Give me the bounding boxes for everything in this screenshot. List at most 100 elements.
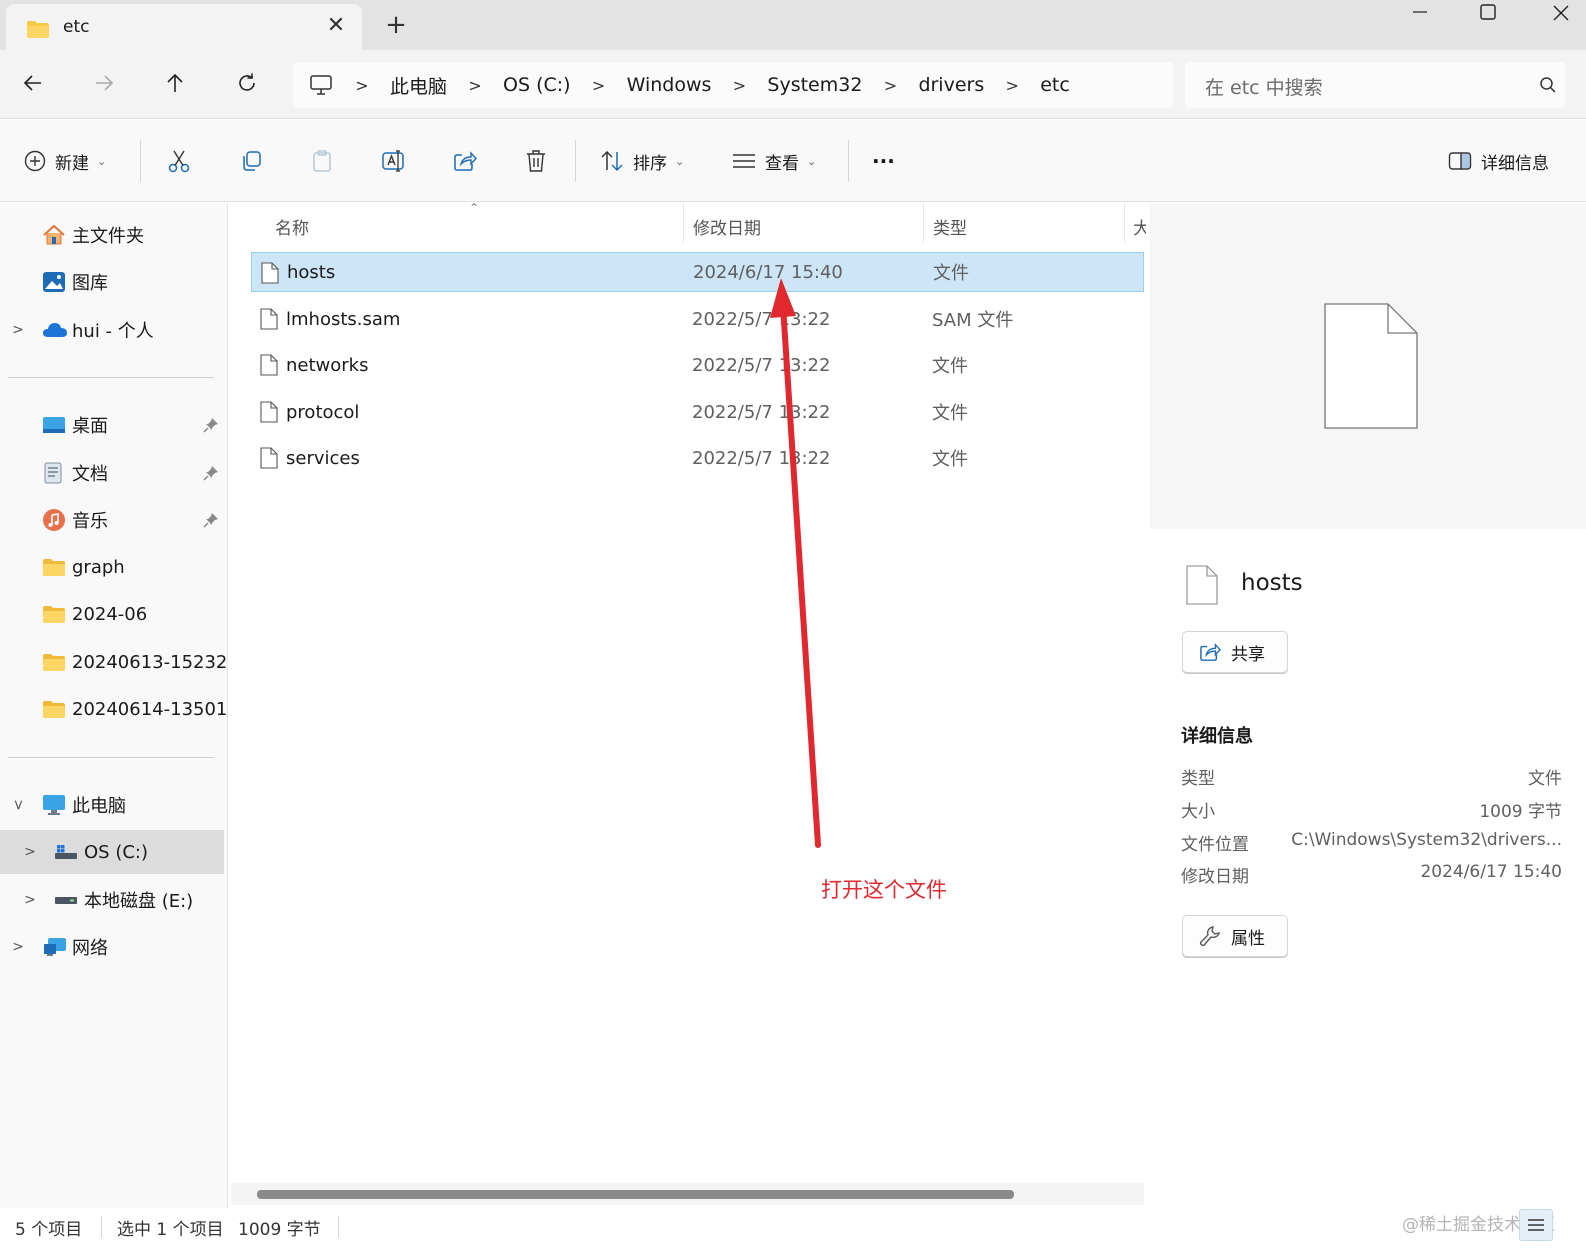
paste-button[interactable] — [311, 141, 333, 181]
more-options-button[interactable]: ··· — [872, 141, 895, 181]
refresh-icon — [239, 73, 255, 91]
sidebar-item-label: 此电脑 — [72, 796, 126, 817]
chevron-right-icon[interactable]: > — [22, 844, 38, 860]
sidebar-item-onedrive[interactable]: > hui - 个人 — [0, 308, 227, 352]
property-key: 大小 — [1181, 802, 1215, 822]
close-tab-icon[interactable]: ✕ — [322, 12, 350, 40]
sidebar-item-network[interactable]: > 网络 — [0, 925, 227, 969]
details-pane-button[interactable]: 详细信息 — [1448, 141, 1549, 181]
breadcrumb-os-c[interactable]: OS (C:) — [488, 74, 586, 96]
property-value[interactable]: C:\Windows\System32\drivers... — [1291, 830, 1562, 850]
properties-button[interactable]: 属性 — [1182, 915, 1288, 957]
sidebar-item-this-pc[interactable]: > 此电脑 — [0, 783, 227, 827]
file-row-protocol[interactable]: protocol 2022/5/7 13:22 文件 — [251, 392, 1144, 432]
sidebar-item-local-disk-e[interactable]: > 本地磁盘 (E:) — [0, 878, 227, 922]
file-date: 2024/6/17 15:40 — [693, 261, 843, 283]
file-icon — [1186, 565, 1218, 609]
folder-icon — [26, 20, 50, 43]
address-bar[interactable]: > 此电脑 > OS (C:) > Windows > System32 > d… — [293, 62, 1173, 108]
file-icon — [260, 308, 278, 335]
refresh-button[interactable] — [228, 64, 266, 102]
delete-button[interactable] — [525, 141, 547, 181]
pin-icon[interactable] — [203, 465, 219, 486]
horizontal-scrollbar[interactable] — [231, 1183, 1144, 1205]
breadcrumb-system32[interactable]: System32 — [752, 74, 877, 96]
sidebar-item-20240613[interactable]: 20240613-152322 — [0, 640, 227, 684]
sidebar-item-label: OS (C:) — [84, 841, 148, 863]
window-close-button[interactable] — [1536, 0, 1586, 30]
selection-count: 选中 1 个项目 — [117, 1220, 224, 1240]
pin-icon[interactable] — [203, 512, 219, 533]
chevron-right-icon[interactable]: > — [999, 76, 1025, 95]
sidebar-item-graph[interactable]: graph — [0, 545, 227, 589]
sidebar-item-documents[interactable]: 文档 — [0, 451, 227, 495]
minimize-button[interactable] — [1395, 0, 1445, 30]
property-key: 文件位置 — [1181, 835, 1249, 855]
search-box[interactable]: 在 etc 中搜索 — [1185, 62, 1565, 108]
view-button[interactable]: 查看 ⌄ — [732, 141, 816, 181]
chevron-down-icon[interactable]: > — [10, 797, 26, 813]
cut-button[interactable] — [168, 141, 190, 181]
chevron-right-icon[interactable]: > — [586, 76, 612, 95]
forward-button[interactable] — [85, 64, 123, 102]
chevron-right-icon[interactable]: > — [349, 76, 375, 95]
share-button[interactable]: 共享 — [1182, 631, 1288, 673]
chevron-right-icon[interactable]: > — [22, 892, 38, 908]
file-row-services[interactable]: services 2022/5/7 13:22 文件 — [251, 438, 1144, 478]
maximize-button[interactable] — [1463, 0, 1513, 30]
file-date: 2022/5/7 13:22 — [692, 401, 831, 423]
monitor-icon[interactable] — [293, 74, 349, 96]
sidebar-item-desktop[interactable]: 桌面 — [0, 403, 227, 447]
breadcrumb-etc[interactable]: etc — [1025, 74, 1085, 96]
search-icon[interactable] — [1539, 76, 1557, 98]
gallery-icon — [42, 270, 68, 294]
breadcrumb-drivers[interactable]: drivers — [903, 74, 999, 96]
rename-button[interactable] — [381, 141, 407, 181]
chevron-right-icon[interactable]: > — [10, 939, 26, 955]
sidebar-item-20240614[interactable]: 20240614-135016 — [0, 687, 227, 731]
sidebar-item-home[interactable]: 主文件夹 — [0, 213, 227, 257]
file-row-lmhosts[interactable]: lmhosts.sam 2022/5/7 13:22 SAM 文件 — [251, 299, 1144, 339]
column-divider[interactable] — [1124, 203, 1125, 243]
share-button[interactable] — [453, 141, 477, 181]
chevron-right-icon[interactable]: > — [10, 322, 26, 338]
breadcrumb-windows[interactable]: Windows — [612, 74, 727, 96]
sidebar-item-label: 网络 — [72, 938, 108, 959]
pin-icon[interactable] — [203, 417, 219, 438]
details-view-toggle[interactable] — [1519, 1209, 1553, 1241]
column-header-type[interactable]: 类型 — [933, 203, 967, 249]
tab-etc[interactable]: etc ✕ — [6, 4, 362, 50]
column-divider[interactable] — [923, 203, 924, 243]
column-divider[interactable] — [683, 203, 684, 243]
sidebar-item-music[interactable]: 音乐 — [0, 498, 227, 542]
sort-button[interactable]: 排序 ⌄ — [600, 141, 684, 181]
column-header-name[interactable]: 名称 — [275, 203, 309, 249]
scrollbar-thumb[interactable] — [257, 1190, 1014, 1199]
breadcrumb-this-pc[interactable]: 此电脑 — [375, 72, 462, 99]
sidebar-item-2024-06[interactable]: 2024-06 — [0, 592, 227, 636]
back-button[interactable] — [14, 64, 52, 102]
sidebar-item-gallery[interactable]: 图库 — [0, 260, 227, 304]
file-name: services — [286, 447, 360, 469]
copy-button[interactable] — [240, 141, 262, 181]
column-header-size[interactable]: 大 — [1133, 203, 1146, 249]
new-button[interactable]: 新建 ⌄ — [24, 141, 106, 181]
sidebar-item-label: 文档 — [72, 464, 108, 485]
column-header-date[interactable]: 修改日期 — [693, 203, 761, 249]
sidebar-item-os-c[interactable]: > OS (C:) — [0, 830, 224, 874]
file-date: 2022/5/7 13:22 — [692, 354, 831, 376]
chevron-right-icon[interactable]: > — [726, 76, 752, 95]
file-row-networks[interactable]: networks 2022/5/7 13:22 文件 — [251, 345, 1144, 385]
sidebar-item-label: graph — [72, 556, 125, 578]
file-row-hosts[interactable]: hosts 2024/6/17 15:40 文件 — [251, 252, 1144, 292]
up-button[interactable] — [156, 64, 194, 102]
chevron-right-icon[interactable]: > — [462, 76, 488, 95]
sidebar-divider — [8, 757, 214, 758]
file-type: SAM 文件 — [932, 310, 1014, 331]
new-tab-button[interactable]: + — [381, 10, 411, 40]
toolbar-divider — [848, 140, 849, 182]
rename-icon — [382, 150, 404, 172]
file-type: 文件 — [932, 403, 968, 424]
navigation-pane: 主文件夹 图库 > hui - 个人 桌面 文档 音乐 graph 2024-0… — [0, 203, 228, 1208]
chevron-right-icon[interactable]: > — [877, 76, 903, 95]
